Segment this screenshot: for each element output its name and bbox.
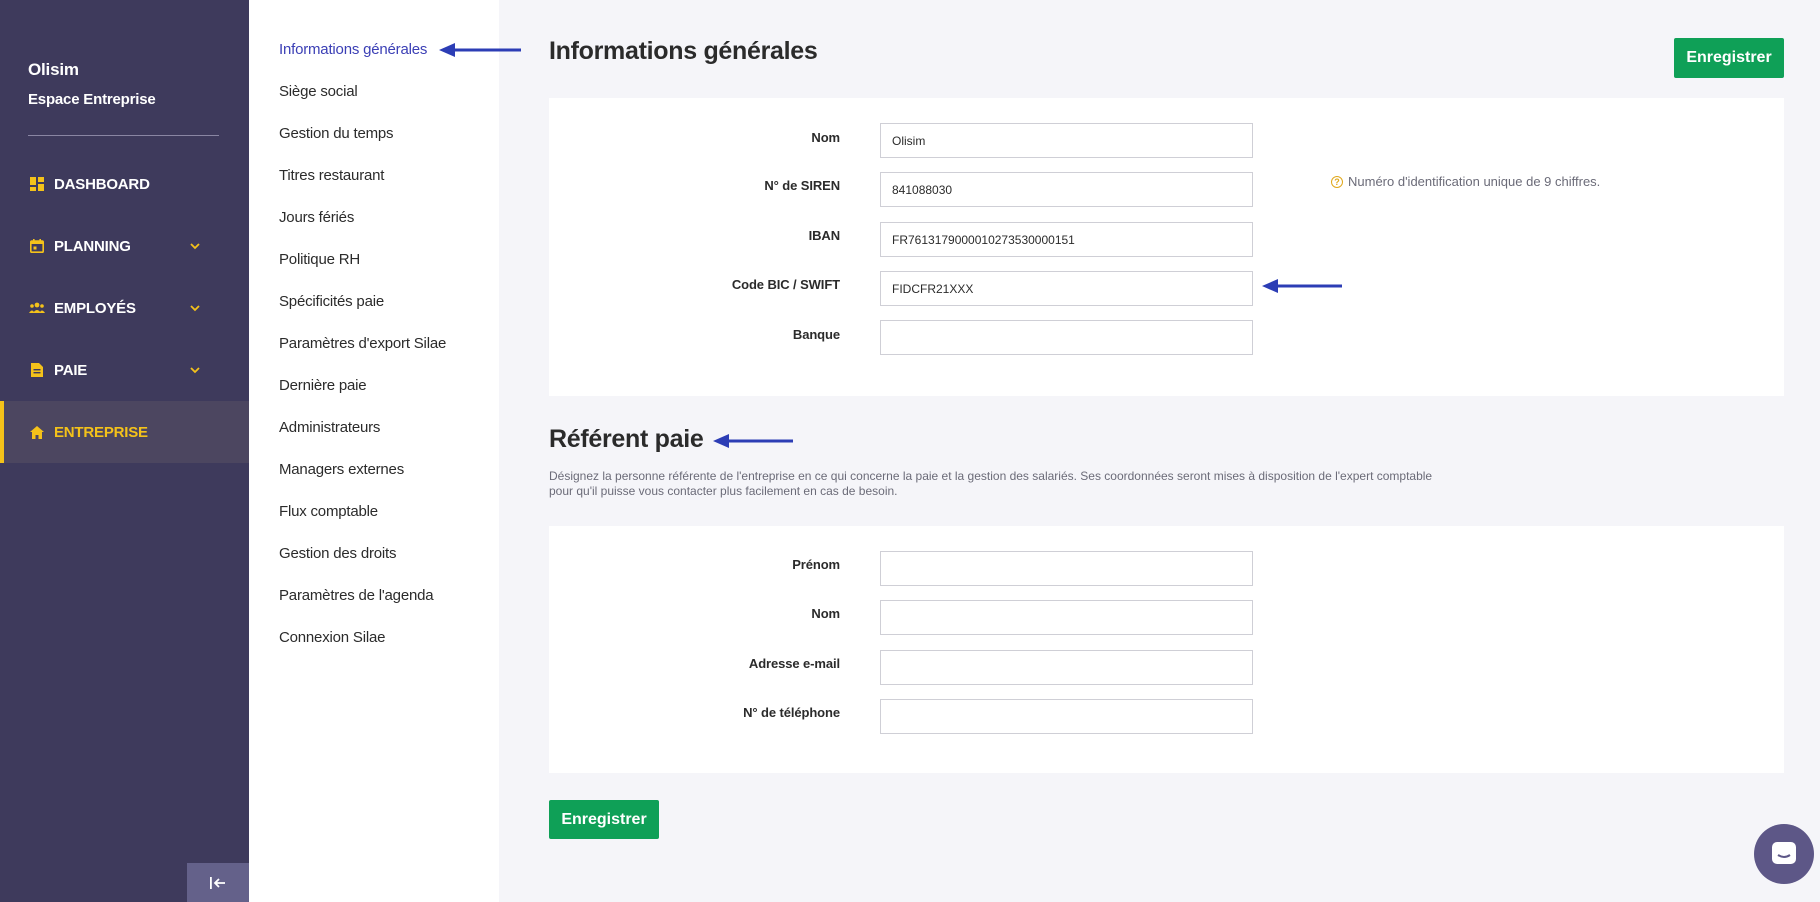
referent-card: Prénom Nom Adresse e-mail N° de téléphon… [549, 526, 1784, 773]
save-button-bottom[interactable]: Enregistrer [549, 800, 659, 839]
main-sidebar: Olisim Espace Entreprise DASHBOARD PLANN… [0, 0, 249, 902]
annotation-arrow-icon [713, 434, 793, 448]
chevron-down-icon [190, 367, 200, 374]
settings-submenu: Informations générales Siège social Gest… [249, 0, 521, 902]
submenu-item-derniere-paie[interactable]: Dernière paie [279, 377, 367, 394]
submenu-item-managers-externes[interactable]: Managers externes [279, 461, 404, 478]
brand: Olisim Espace Entreprise [28, 60, 156, 108]
submenu-item-politique-rh[interactable]: Politique RH [279, 251, 360, 268]
nav-item-employes[interactable]: EMPLOYÉS [0, 277, 249, 339]
chat-icon [1772, 842, 1796, 864]
save-button-top[interactable]: Enregistrer [1674, 38, 1784, 78]
submenu-item-administrateurs[interactable]: Administrateurs [279, 419, 380, 436]
referent-lastname-input[interactable] [880, 600, 1253, 635]
nav-label-entreprise: ENTREPRISE [54, 423, 148, 441]
chevron-down-icon [190, 305, 200, 312]
nav-item-paie[interactable]: PAIE [0, 339, 249, 401]
submenu-item-titres-restaurant[interactable]: Titres restaurant [279, 167, 384, 184]
field-label-siren: N° de SIREN [764, 178, 840, 193]
main-nav: DASHBOARD PLANNING EMPLOYÉS PAIE ENTREPR… [0, 153, 249, 463]
bic-input[interactable] [880, 271, 1253, 306]
field-label-nom: Nom [811, 130, 840, 145]
calendar-icon [29, 238, 45, 254]
collapse-sidebar-button[interactable] [187, 863, 249, 902]
divider [28, 135, 219, 136]
grid-icon [29, 176, 45, 192]
referent-phone-input[interactable] [880, 699, 1253, 734]
nav-item-planning[interactable]: PLANNING [0, 215, 249, 277]
annotation-arrow-icon [1262, 279, 1342, 293]
submenu-item-parametres-agenda[interactable]: Paramètres de l'agenda [279, 587, 434, 604]
referent-firstname-input[interactable] [880, 551, 1253, 586]
field-label-bic: Code BIC / SWIFT [731, 277, 840, 292]
field-label-phone: N° de téléphone [743, 705, 840, 720]
submenu-item-parametres-export-silae[interactable]: Paramètres d'export Silae [279, 335, 446, 352]
main-content: Informations générales Enregistrer Nom N… [499, 0, 1820, 902]
document-icon [29, 362, 45, 378]
submenu-item-gestion-des-droits[interactable]: Gestion des droits [279, 545, 396, 562]
section-description: Désignez la personne référente de l'entr… [549, 469, 1433, 498]
field-label-prenom: Prénom [792, 557, 840, 572]
iban-input[interactable] [880, 222, 1253, 257]
nav-item-entreprise[interactable]: ENTREPRISE [0, 401, 249, 463]
siren-hint: ? Numéro d'identification unique de 9 ch… [1331, 174, 1600, 189]
chat-launcher-button[interactable] [1754, 824, 1814, 884]
siren-input[interactable] [880, 172, 1253, 207]
submenu-item-informations-generales[interactable]: Informations générales [279, 41, 427, 58]
submenu-item-gestion-du-temps[interactable]: Gestion du temps [279, 125, 394, 142]
submenu-item-specificites-paie[interactable]: Spécificités paie [279, 293, 384, 310]
field-label-banque: Banque [792, 327, 840, 342]
field-label-email: Adresse e-mail [748, 656, 840, 671]
section-title-referent: Référent paie [549, 425, 704, 453]
home-icon [29, 424, 45, 440]
submenu-item-flux-comptable[interactable]: Flux comptable [279, 503, 378, 520]
field-label-referent-nom: Nom [811, 606, 840, 621]
submenu-item-jours-feries[interactable]: Jours fériés [279, 209, 354, 226]
company-name-input[interactable] [880, 123, 1253, 158]
nav-label-employes: EMPLOYÉS [54, 299, 136, 317]
nav-label-dashboard: DASHBOARD [54, 175, 150, 193]
nav-item-dashboard[interactable]: DASHBOARD [0, 153, 249, 215]
space-name: Espace Entreprise [28, 91, 156, 108]
siren-hint-text: Numéro d'identification unique de 9 chif… [1348, 174, 1601, 189]
nav-label-planning: PLANNING [54, 237, 131, 255]
page-title: Informations générales [549, 37, 818, 65]
general-info-card: Nom N° de SIREN ? Numéro d'identificatio… [549, 98, 1784, 396]
submenu-item-connexion-silae[interactable]: Connexion Silae [279, 629, 385, 646]
help-icon: ? [1331, 175, 1343, 188]
collapse-left-icon [210, 876, 225, 889]
chevron-down-icon [190, 243, 200, 250]
field-label-iban: IBAN [808, 228, 840, 243]
bank-input[interactable] [880, 320, 1253, 355]
people-icon [29, 300, 45, 316]
referent-email-input[interactable] [880, 650, 1253, 685]
company-name: Olisim [28, 60, 79, 79]
nav-label-paie: PAIE [54, 361, 88, 379]
submenu-item-siege-social[interactable]: Siège social [279, 83, 358, 100]
